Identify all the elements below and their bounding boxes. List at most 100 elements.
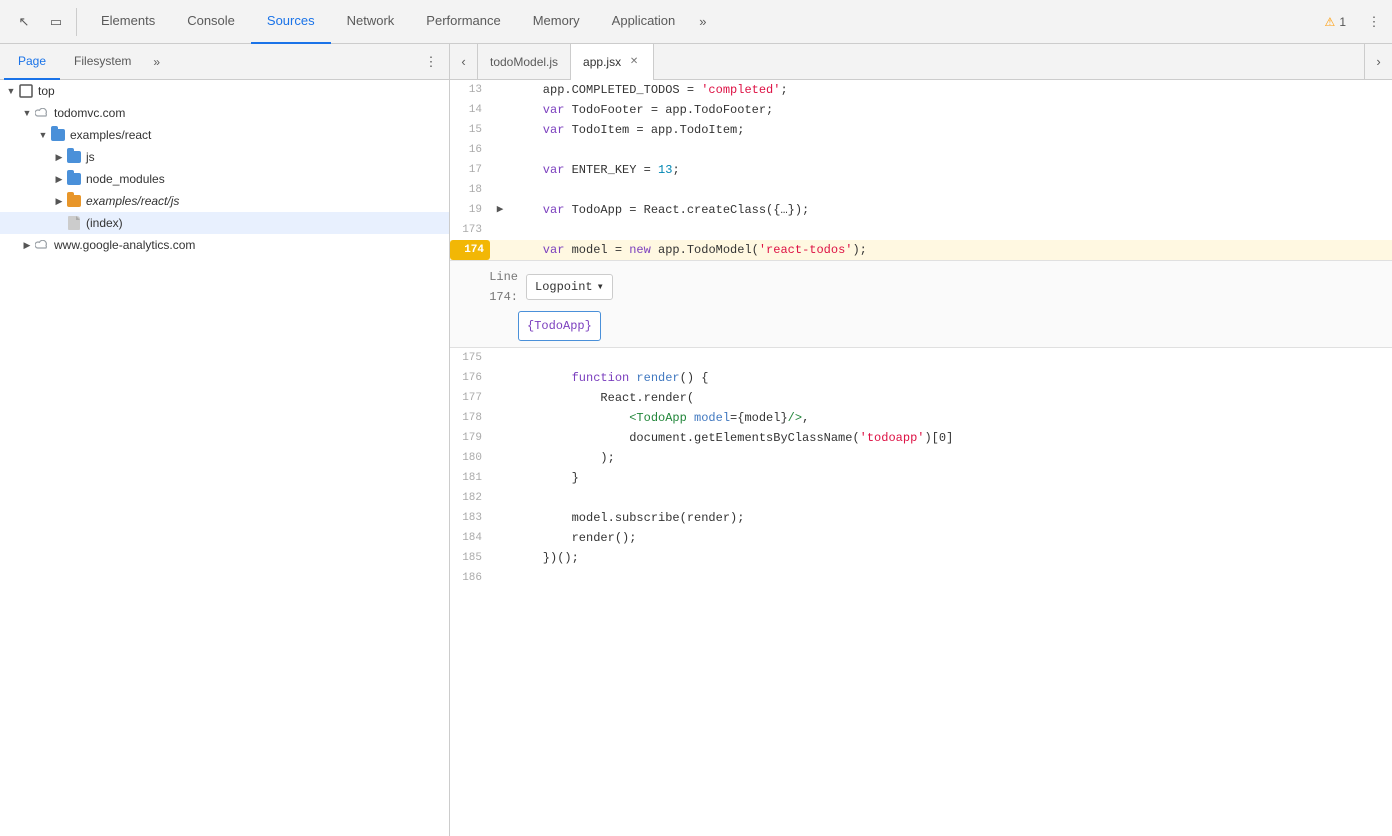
tab-console[interactable]: Console xyxy=(171,0,251,44)
more-subtabs-button[interactable]: » xyxy=(145,55,168,69)
line-number: 175 xyxy=(450,348,490,368)
subtab-page[interactable]: Page xyxy=(4,44,60,80)
tab-sources[interactable]: Sources xyxy=(251,0,331,44)
left-panel: Page Filesystem » ⋮ ▼ top xyxy=(0,44,450,836)
more-tabs-button[interactable]: » xyxy=(691,0,714,44)
code-line-16: 16 xyxy=(450,140,1392,160)
line-arrow xyxy=(490,468,510,488)
editor-tab-todomodel[interactable]: todoModel.js xyxy=(478,44,571,80)
list-item[interactable]: ▶ node_modules xyxy=(0,168,449,190)
frame-icon xyxy=(18,83,34,99)
tree-item-label: www.google-analytics.com xyxy=(54,238,195,252)
editor-nav-left-button[interactable]: ‹ xyxy=(450,44,478,80)
code-line-13: 13 app.COMPLETED_TODOS = 'completed'; xyxy=(450,80,1392,100)
line-content: var TodoItem = app.TodoItem; xyxy=(510,120,1392,140)
code-line-179: 179 document.getElementsByClassName('tod… xyxy=(450,428,1392,448)
line-arrow xyxy=(490,408,510,428)
logpoint-type-dropdown[interactable]: Logpoint ▾ xyxy=(526,274,613,300)
expand-arrow[interactable]: ▶ xyxy=(490,200,510,220)
line-content: var TodoApp = React.createClass({…}); xyxy=(510,200,1392,220)
warning-badge[interactable]: ⚠ 1 xyxy=(1319,11,1352,33)
line-number: 186 xyxy=(450,568,490,588)
editor-nav-right-button[interactable]: › xyxy=(1364,44,1392,80)
code-line-180: 180 ); xyxy=(450,448,1392,468)
tree-arrow-nodemodules: ▶ xyxy=(52,172,66,186)
line-arrow xyxy=(490,528,510,548)
tree-item-label: examples/react/js xyxy=(86,194,179,208)
tree-arrow-google: ▶ xyxy=(20,238,34,252)
line-arrow xyxy=(490,568,510,588)
tree-arrow-top: ▼ xyxy=(4,84,18,98)
logpoint-input[interactable]: {TodoApp} xyxy=(518,311,601,341)
line-arrow xyxy=(490,180,510,200)
line-number: 18 xyxy=(450,180,490,200)
line-content: React.render( xyxy=(510,388,1392,408)
code-line-14: 14 var TodoFooter = app.TodoFooter; xyxy=(450,100,1392,120)
tree-item-label: node_modules xyxy=(86,172,165,186)
line-content: ); xyxy=(510,448,1392,468)
tree-arrow-examplesjs: ▶ xyxy=(52,194,66,208)
line-content: render(); xyxy=(510,528,1392,548)
list-item[interactable]: ▶ examples/react/js xyxy=(0,190,449,212)
tab-network[interactable]: Network xyxy=(331,0,411,44)
toolbar-icons: ↖ ▭ xyxy=(4,8,77,36)
editor-tab-label: app.jsx xyxy=(583,55,621,69)
code-line-183: 183 model.subscribe(render); xyxy=(450,508,1392,528)
line-number: 182 xyxy=(450,488,490,508)
code-line-19: 19 ▶ var TodoApp = React.createClass({…}… xyxy=(450,200,1392,220)
line-number: 14 xyxy=(450,100,490,120)
list-item[interactable]: (index) xyxy=(0,212,449,234)
line-arrow xyxy=(490,220,510,240)
code-line-173: 173 xyxy=(450,220,1392,240)
line-arrow xyxy=(490,388,510,408)
tab-performance[interactable]: Performance xyxy=(410,0,516,44)
line-number: 173 xyxy=(450,220,490,240)
line-content xyxy=(510,568,1392,588)
line-content xyxy=(510,140,1392,160)
tree-item-label: (index) xyxy=(86,216,123,230)
editor-tab-appjsx[interactable]: app.jsx ✕ xyxy=(571,44,654,80)
top-right-icons: ⚠ 1 ⋮ xyxy=(1319,8,1388,36)
line-arrow xyxy=(490,160,510,180)
code-line-176: 176 function render() { xyxy=(450,368,1392,388)
code-area: 13 app.COMPLETED_TODOS = 'completed'; 14… xyxy=(450,80,1392,836)
line-number-breakpoint[interactable]: 174 xyxy=(450,240,490,260)
code-line-185: 185 })(); xyxy=(450,548,1392,568)
code-line-178: 178 <TodoApp model={model}/>, xyxy=(450,408,1392,428)
line-arrow xyxy=(490,240,510,260)
code-line-17: 17 var ENTER_KEY = 13; xyxy=(450,160,1392,180)
file-tree: ▼ top ▼ todomvc. xyxy=(0,80,449,836)
line-number: 180 xyxy=(450,448,490,468)
chevron-down-icon: ▾ xyxy=(597,277,604,297)
line-arrow xyxy=(490,448,510,468)
line-content: app.COMPLETED_TODOS = 'completed'; xyxy=(510,80,1392,100)
list-item[interactable]: ▼ top xyxy=(0,80,449,102)
line-number: 16 xyxy=(450,140,490,160)
cursor-icon[interactable]: ↖ xyxy=(10,8,38,36)
line-arrow xyxy=(490,508,510,528)
code-line-184: 184 render(); xyxy=(450,528,1392,548)
tab-application[interactable]: Application xyxy=(596,0,692,44)
list-item[interactable]: ▼ todomvc.com xyxy=(0,102,449,124)
folder-blue-icon xyxy=(66,171,82,187)
sub-tab-more-options[interactable]: ⋮ xyxy=(417,48,445,76)
line-arrow xyxy=(490,428,510,448)
line-number: 183 xyxy=(450,508,490,528)
more-options-button[interactable]: ⋮ xyxy=(1360,8,1388,36)
device-toggle-icon[interactable]: ▭ xyxy=(42,8,70,36)
tab-elements[interactable]: Elements xyxy=(85,0,171,44)
editor-tab-label: todoModel.js xyxy=(490,55,558,69)
list-item[interactable]: ▼ examples/react xyxy=(0,124,449,146)
tree-item-label: js xyxy=(86,150,95,164)
line-content xyxy=(510,220,1392,240)
line-content xyxy=(510,488,1392,508)
list-item[interactable]: ▶ js xyxy=(0,146,449,168)
tree-item-label: todomvc.com xyxy=(54,106,125,120)
subtab-filesystem[interactable]: Filesystem xyxy=(60,44,145,80)
folder-blue-icon xyxy=(50,127,66,143)
close-tab-button[interactable]: ✕ xyxy=(627,55,641,69)
folder-blue-icon xyxy=(66,149,82,165)
tab-memory[interactable]: Memory xyxy=(517,0,596,44)
line-number: 181 xyxy=(450,468,490,488)
list-item[interactable]: ▶ www.google-analytics.com xyxy=(0,234,449,256)
